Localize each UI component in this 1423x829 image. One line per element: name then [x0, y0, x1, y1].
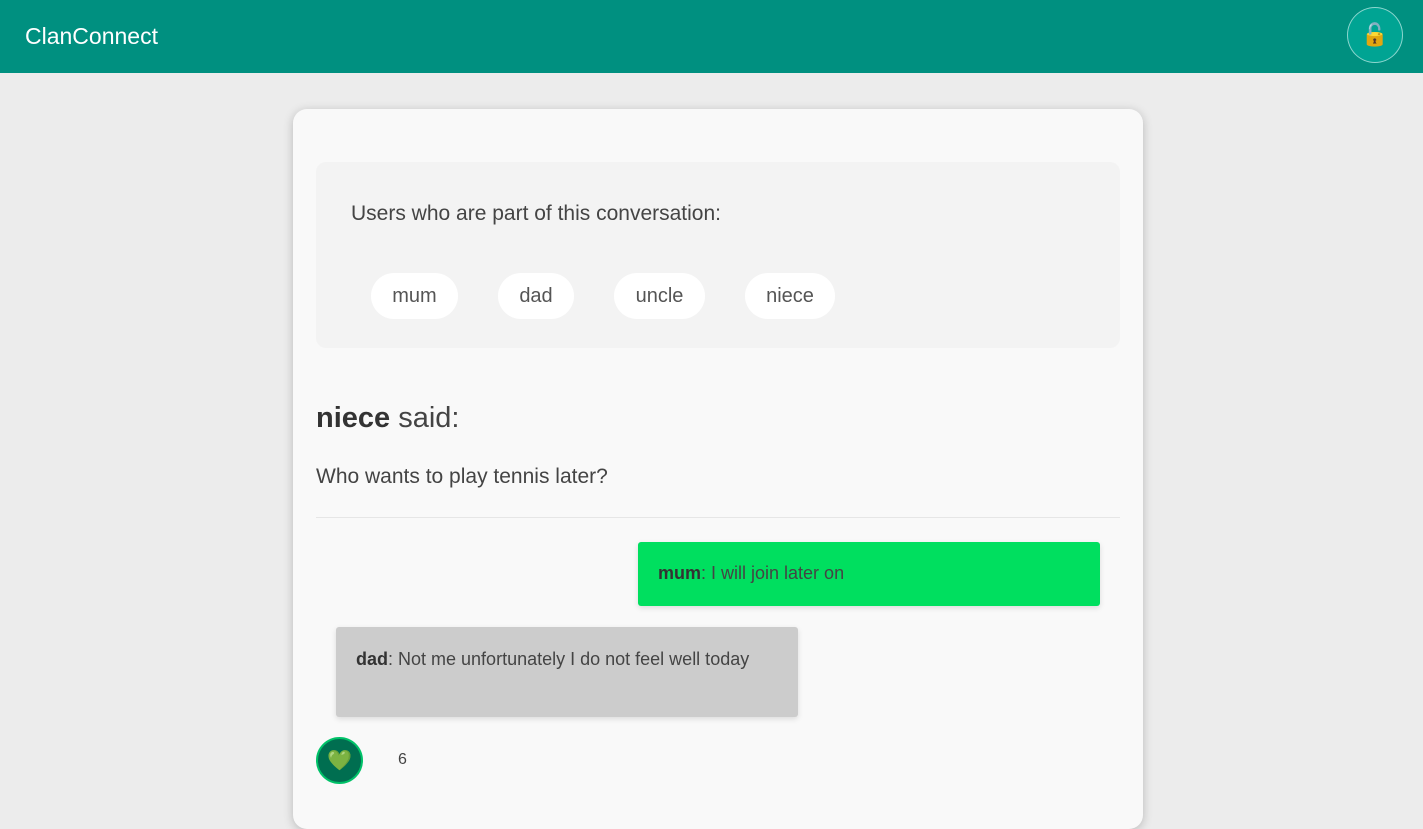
reply-bubble-dad: dad: Not me unfortunately I do not feel … — [336, 627, 798, 717]
top-bar: ClanConnect 🔓 — [0, 0, 1423, 73]
conversation-card: Users who are part of this conversation:… — [293, 109, 1143, 829]
user-chip-dad[interactable]: dad — [498, 273, 574, 319]
members-panel: Users who are part of this conversation:… — [316, 162, 1120, 348]
user-chip-uncle[interactable]: uncle — [614, 273, 705, 319]
members-title: Users who are part of this conversation: — [351, 202, 722, 225]
post-heading: niece said: — [316, 399, 460, 437]
reply-author: dad — [356, 649, 389, 669]
post-author: niece — [316, 402, 391, 434]
user-chip-niece[interactable]: niece — [745, 273, 835, 319]
green-heart-icon: 💚 — [327, 749, 352, 772]
like-count: 6 — [398, 751, 407, 768]
reply-text: : I will join later on — [701, 563, 845, 583]
divider — [316, 517, 1120, 518]
user-chip-mum[interactable]: mum — [371, 273, 458, 319]
reply-text: : Not me unfortunately I do not feel wel… — [388, 649, 750, 669]
like-button[interactable]: 💚 — [316, 737, 363, 784]
lock-icon: 🔓 — [1361, 22, 1389, 47]
reply-bubble-mum: mum: I will join later on — [638, 542, 1100, 606]
post-message: Who wants to play tennis later? — [316, 465, 608, 488]
app-brand[interactable]: ClanConnect — [25, 22, 158, 50]
reply-author: mum — [658, 563, 702, 583]
post-said-label: said: — [390, 402, 460, 434]
lock-button[interactable]: 🔓 — [1347, 7, 1403, 63]
